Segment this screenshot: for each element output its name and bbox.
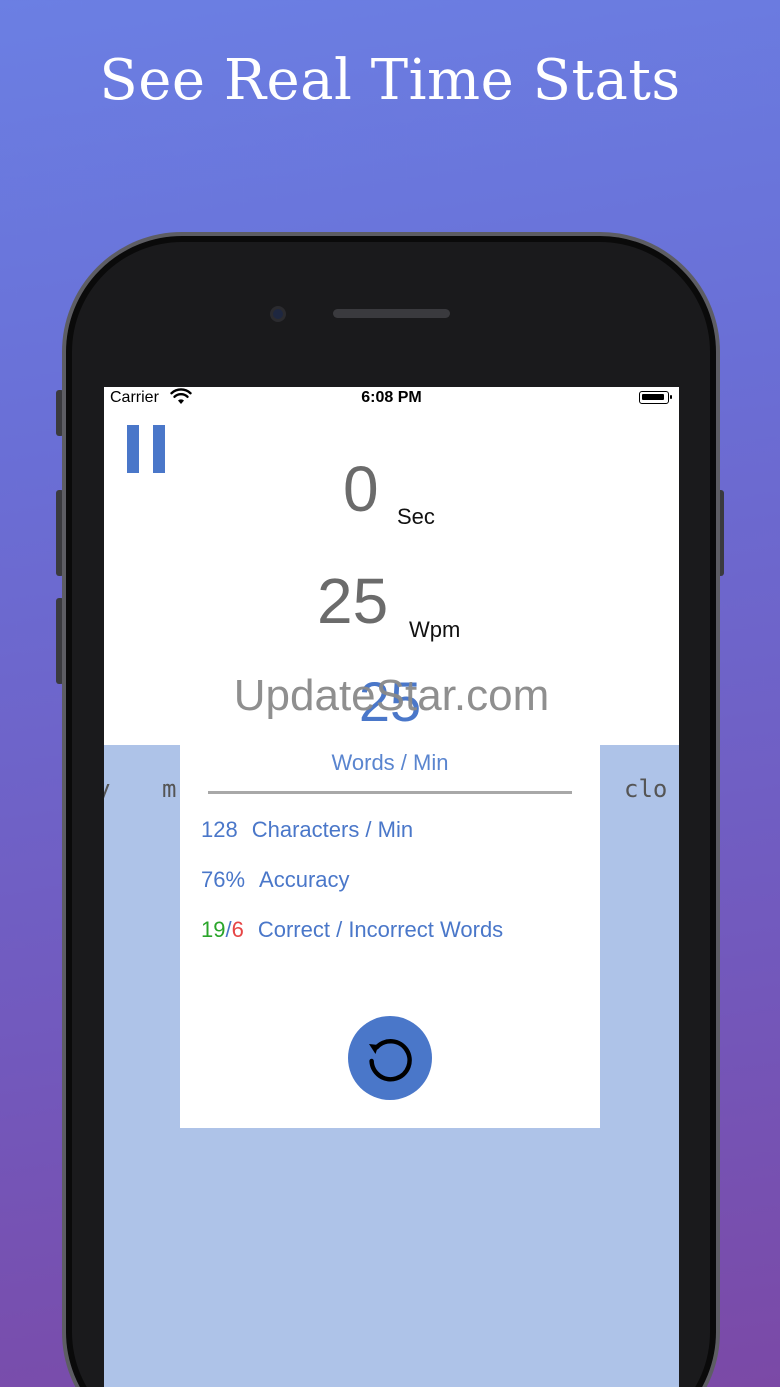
stat-characters-per-min: 128 Characters / Min: [201, 817, 413, 843]
results-divider: [208, 791, 572, 794]
watermark: UpdateStar.com: [233, 671, 550, 720]
incorrect-words-count: 6: [231, 917, 244, 942]
app-screen: Carrier 6:08 PM 0 Sec 25 Wpm y m clo 25 …: [104, 387, 679, 1387]
cpm-label: Characters / Min: [251, 817, 414, 842]
words-label: Correct / Incorrect Words: [257, 917, 504, 942]
accuracy-value: 76%: [201, 867, 246, 892]
seconds-unit: Sec: [397, 504, 435, 529]
pause-icon-bar-left: [127, 425, 139, 473]
earpiece-speaker: [333, 309, 450, 318]
status-time: 6:08 PM: [361, 389, 422, 406]
words-slash: /: [225, 917, 232, 942]
seconds-value: 0: [343, 453, 379, 525]
live-wpm-value: 25: [317, 565, 389, 637]
restart-icon: [369, 1039, 412, 1082]
restart-button[interactable]: [348, 1016, 432, 1100]
headline: See Real Time Stats: [99, 48, 681, 113]
stat-accuracy: 76% Accuracy: [201, 867, 350, 893]
status-bar: Carrier 6:08 PM: [104, 387, 679, 409]
battery-icon: [639, 391, 672, 404]
stat-correct-incorrect-words: 19/6 Correct / Incorrect Words: [201, 917, 503, 943]
accuracy-label: Accuracy: [259, 867, 350, 892]
pause-icon-bar-right: [153, 425, 165, 473]
results-card: 25 Words / Min 128 Characters / Min 76% Ac…: [180, 670, 600, 1128]
cpm-value: 128: [201, 817, 238, 842]
correct-words-count: 19: [201, 917, 226, 942]
live-wpm-unit: Wpm: [409, 617, 461, 642]
result-wpm-label: Words / Min: [331, 750, 449, 775]
typing-word: clo: [624, 775, 668, 803]
typing-word: y: [104, 775, 110, 803]
typing-word: m: [162, 775, 177, 803]
pause-button[interactable]: [126, 425, 166, 473]
front-camera: [270, 306, 286, 322]
